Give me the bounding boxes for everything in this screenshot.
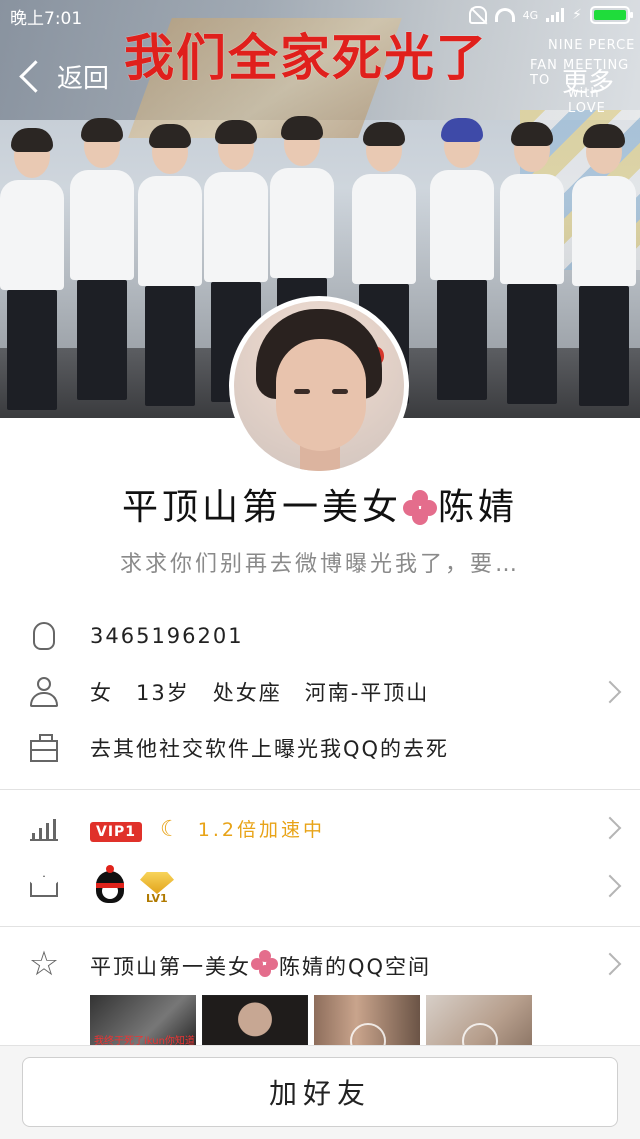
chevron-right-icon xyxy=(598,952,622,976)
briefcase-icon xyxy=(28,732,60,764)
network-type: 4G xyxy=(522,8,539,22)
cover-person xyxy=(430,118,494,400)
chevron-right-icon xyxy=(598,680,622,704)
cover-person xyxy=(572,124,636,406)
star-icon: ☆ xyxy=(28,944,60,984)
profile-details-row[interactable]: 女 13岁 处女座 河南-平顶山 xyxy=(0,664,640,720)
signal-icon xyxy=(546,8,565,22)
back-button[interactable]: 返回 xyxy=(18,58,109,95)
chevron-left-icon xyxy=(19,60,52,93)
occupation-row: 去其他社交软件上曝光我QQ的去死 xyxy=(0,720,640,776)
vip-info: VIP1 ☾ 1.2倍加速中 xyxy=(90,815,325,842)
qzone-photo[interactable] xyxy=(426,995,532,1049)
qzone-photo[interactable] xyxy=(314,995,420,1049)
qzone-photo-strip: 我终于死了ikun你知道 xyxy=(90,995,532,1049)
cover-banner-text: NINE PERCE xyxy=(548,38,636,53)
vip-row[interactable]: VIP1 ☾ 1.2倍加速中 xyxy=(0,800,640,856)
cover-person xyxy=(70,118,134,400)
qq-number: 3465196201 xyxy=(90,624,244,648)
qq-number-row: 3465196201 xyxy=(0,608,640,664)
vip-badge: VIP1 xyxy=(90,821,143,842)
nickname: 平顶山第一美女 陈婧 xyxy=(0,478,640,530)
cover-person xyxy=(138,124,202,406)
qq-penguin-icon xyxy=(28,620,60,652)
profile-details: 女 13岁 处女座 河南-平顶山 xyxy=(90,681,430,705)
growth-chart-icon xyxy=(28,812,60,844)
qzone-photo[interactable] xyxy=(202,995,308,1049)
occupation: 去其他社交软件上曝光我QQ的去死 xyxy=(90,737,450,761)
cover-person xyxy=(0,128,64,410)
qzone-title: 平顶山第一美女 陈婧的QQ空间 xyxy=(90,950,431,981)
wifi-icon xyxy=(494,8,515,22)
status-time: 晚上7:01 xyxy=(10,9,83,29)
vip-speed: 1.2倍加速中 xyxy=(197,818,325,841)
level-diamond-icon: LV1 xyxy=(140,872,178,905)
crown-icon xyxy=(28,870,60,902)
more-button[interactable]: 更多 xyxy=(562,62,614,99)
battery-icon xyxy=(590,6,633,24)
divider xyxy=(0,789,640,790)
cover-person xyxy=(500,122,564,404)
mute-bell-icon xyxy=(468,6,487,24)
chevron-right-icon xyxy=(598,816,622,840)
signature[interactable]: 求求你们别再去微博曝光我了，要… xyxy=(0,546,640,578)
flower-icon xyxy=(402,489,438,525)
nickname-text: 陈婧 xyxy=(438,487,519,528)
charging-icon: ⚡ xyxy=(572,7,582,23)
divider xyxy=(0,926,640,927)
status-icons: 4G ⚡ xyxy=(468,6,633,24)
add-friend-button[interactable]: 加好友 xyxy=(22,1057,618,1127)
status-bar: 晚上7:01 4G ⚡ xyxy=(0,0,640,34)
qzone-title-text: 平顶山第一美女 xyxy=(90,955,251,979)
bottom-action-bar: 加好友 xyxy=(0,1045,640,1139)
moon-icon: ☾ xyxy=(160,816,182,842)
avatar-photo xyxy=(234,301,404,471)
nickname-text: 平顶山第一美女 xyxy=(121,487,402,528)
person-icon xyxy=(28,676,60,708)
flower-icon xyxy=(251,950,279,978)
qzone-row[interactable]: ☆ 平顶山第一美女 陈婧的QQ空间 xyxy=(0,936,640,992)
back-label: 返回 xyxy=(57,64,110,94)
chevron-right-icon xyxy=(598,874,622,898)
qq-show-penguin-icon xyxy=(92,865,128,905)
qzone-photo[interactable]: 我终于死了ikun你知道 xyxy=(90,995,196,1049)
avatar[interactable] xyxy=(229,296,409,476)
qzone-title-text: 陈婧的QQ空间 xyxy=(279,955,432,979)
